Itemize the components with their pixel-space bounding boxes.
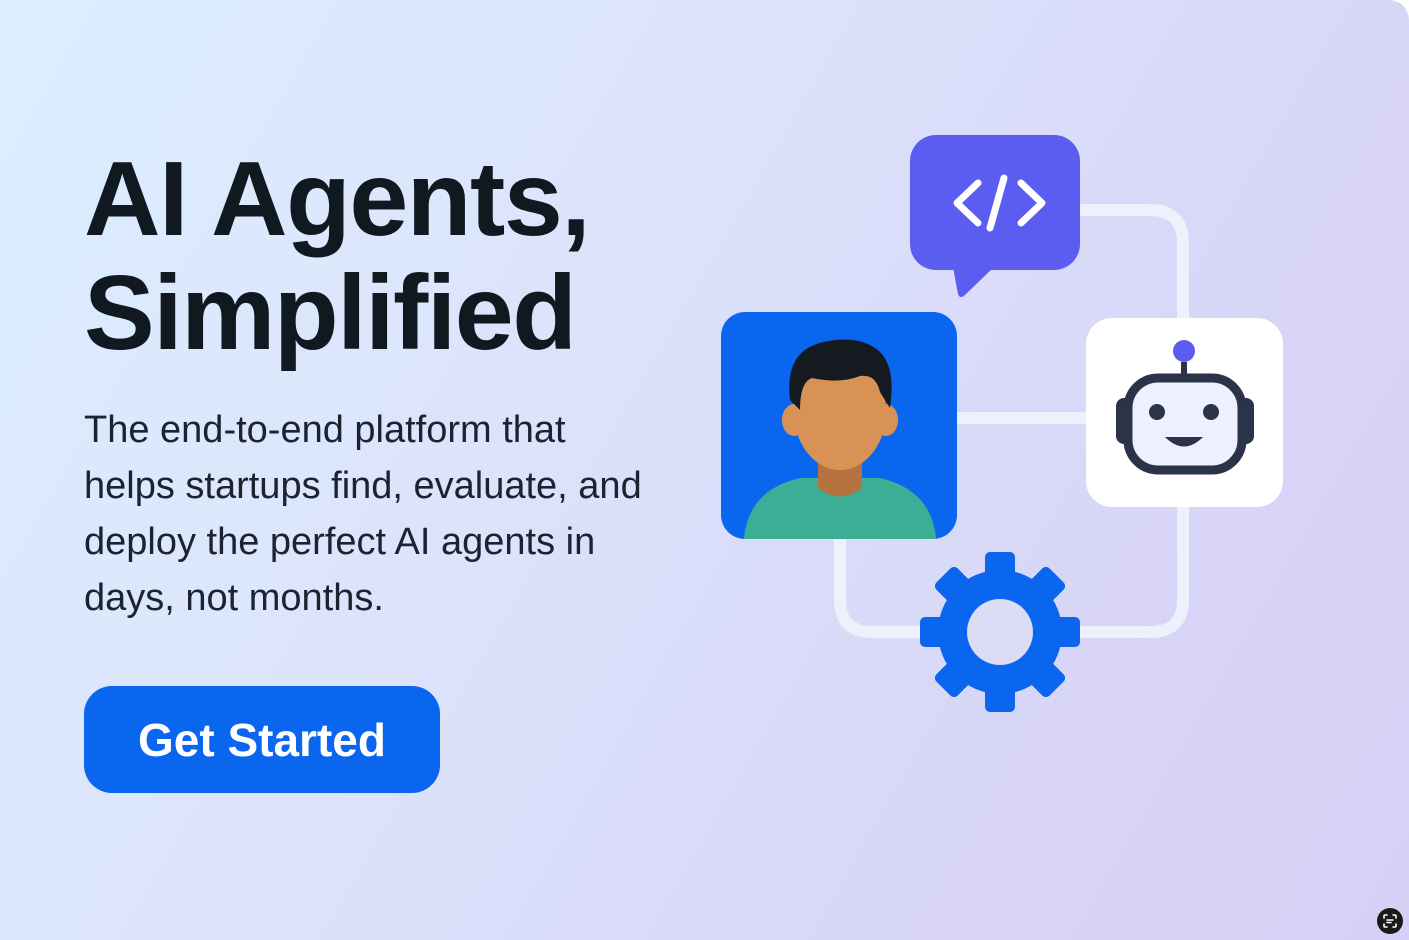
screenshot-tool-glyph bbox=[1383, 914, 1397, 928]
robot-icon bbox=[1086, 318, 1283, 507]
gear-icon bbox=[920, 552, 1080, 712]
headline-line-2: Simplified bbox=[84, 254, 577, 372]
code-chat-icon bbox=[910, 135, 1080, 297]
person-avatar-icon bbox=[721, 312, 957, 539]
connector-person-gear bbox=[834, 532, 928, 638]
connector-robot-gear bbox=[1074, 499, 1189, 638]
get-started-button[interactable]: Get Started bbox=[84, 686, 440, 793]
hero-headline: AI Agents, Simplified bbox=[84, 140, 591, 372]
connector-lines bbox=[834, 204, 1189, 638]
hero-subtext: The end-to-end platform that helps start… bbox=[84, 409, 642, 619]
hero-section: AI Agents, Simplified The end-to-end pla… bbox=[0, 0, 1409, 940]
headline-line-1: AI Agents, bbox=[84, 140, 591, 258]
connector-code-robot bbox=[1074, 204, 1189, 326]
screenshot-tool-icon[interactable] bbox=[1377, 908, 1403, 934]
